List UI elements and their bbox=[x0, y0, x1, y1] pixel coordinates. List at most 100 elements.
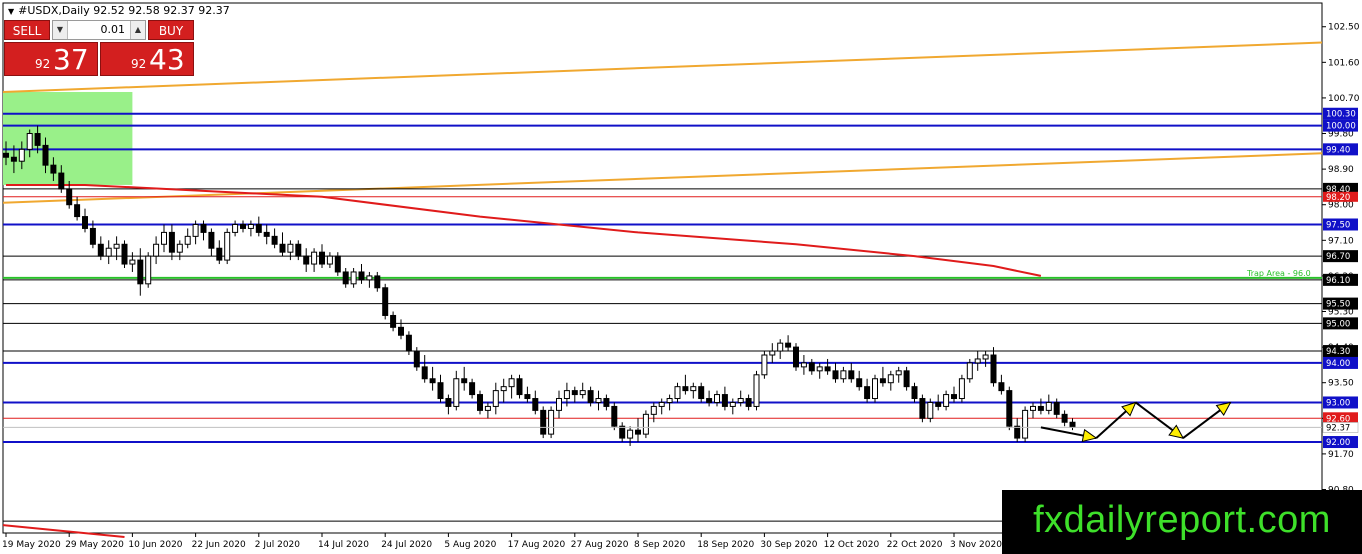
candle bbox=[26, 133, 33, 150]
sell-button[interactable]: SELL bbox=[4, 20, 50, 40]
lot-size-stepper[interactable]: ▼ 0.01 ▲ bbox=[52, 20, 146, 40]
candle bbox=[295, 243, 302, 257]
current-price-label: 92.37 bbox=[1326, 423, 1350, 433]
y-tick-label: 91.70 bbox=[1328, 450, 1354, 460]
candle bbox=[74, 204, 81, 218]
candle bbox=[927, 401, 934, 419]
candle bbox=[895, 370, 902, 376]
candle bbox=[666, 398, 673, 403]
x-tick-label: 29 May 2020 bbox=[65, 540, 124, 550]
lot-decrease-icon[interactable]: ▼ bbox=[53, 21, 68, 39]
candle bbox=[642, 413, 649, 435]
candle bbox=[872, 378, 878, 400]
candle bbox=[864, 386, 871, 400]
candle bbox=[429, 378, 436, 384]
candle bbox=[1022, 409, 1029, 439]
candle bbox=[721, 394, 728, 407]
price-chart[interactable]: Trap Area - 96.0102.50101.60100.7099.809… bbox=[0, 0, 1362, 554]
candle bbox=[405, 334, 412, 352]
candle bbox=[714, 394, 720, 403]
candle bbox=[832, 370, 839, 380]
candle bbox=[240, 223, 246, 229]
x-tick-label: 17 Aug 2020 bbox=[508, 540, 566, 550]
candle bbox=[856, 378, 863, 388]
candle bbox=[437, 382, 444, 400]
level-label: 96.70 bbox=[1326, 252, 1350, 262]
candle bbox=[516, 378, 523, 396]
candle bbox=[263, 231, 270, 237]
candle bbox=[879, 378, 886, 384]
collapse-triangle-icon[interactable]: ▼ bbox=[8, 7, 14, 16]
x-tick-label: 3 Nov 2020 bbox=[950, 540, 1002, 550]
plot-area bbox=[2, 2, 1323, 534]
candle bbox=[548, 409, 555, 435]
sell-price-big: 37 bbox=[53, 43, 89, 76]
candle bbox=[224, 231, 231, 261]
candle bbox=[753, 374, 760, 407]
candle bbox=[682, 386, 689, 392]
candle bbox=[161, 231, 167, 245]
level-label: 100.00 bbox=[1326, 122, 1356, 132]
buy-button[interactable]: BUY bbox=[148, 20, 194, 40]
candle bbox=[350, 271, 357, 285]
candle bbox=[3, 152, 9, 158]
candle bbox=[105, 247, 112, 257]
candle bbox=[66, 188, 73, 206]
x-tick-label: 14 Jul 2020 bbox=[318, 540, 369, 550]
candle bbox=[390, 314, 397, 328]
level-label: 94.30 bbox=[1326, 347, 1350, 357]
candle bbox=[650, 405, 657, 415]
buy-price-small: 92 bbox=[131, 57, 147, 71]
candle bbox=[1014, 425, 1021, 439]
candle bbox=[129, 259, 136, 265]
candle bbox=[998, 382, 1005, 392]
candle bbox=[903, 370, 910, 388]
candle bbox=[706, 398, 713, 403]
x-tick-label: 18 Sep 2020 bbox=[697, 540, 754, 550]
candle bbox=[453, 378, 460, 407]
candle bbox=[500, 386, 507, 392]
candle bbox=[279, 243, 286, 253]
candle bbox=[966, 362, 973, 380]
candle bbox=[208, 231, 215, 249]
x-tick-label: 22 Jun 2020 bbox=[192, 540, 246, 550]
candle bbox=[137, 259, 144, 285]
x-tick-label: 10 Jun 2020 bbox=[128, 540, 182, 550]
buy-price-big: 43 bbox=[149, 43, 185, 76]
candle bbox=[445, 398, 452, 407]
candle bbox=[887, 374, 894, 384]
candle bbox=[571, 390, 578, 396]
candle bbox=[1045, 401, 1052, 411]
candle bbox=[326, 255, 333, 265]
candle bbox=[34, 133, 41, 146]
lot-size-value[interactable]: 0.01 bbox=[101, 23, 126, 36]
candle bbox=[1006, 390, 1013, 427]
buy-price-box[interactable]: 92 43 bbox=[100, 42, 194, 76]
candle bbox=[168, 231, 175, 253]
candle bbox=[366, 275, 373, 281]
x-tick-label: 24 Jul 2020 bbox=[381, 540, 432, 550]
trap-area-label: Trap Area - 96.0 bbox=[1246, 269, 1311, 278]
sell-price-box[interactable]: 92 37 bbox=[4, 42, 98, 76]
candle bbox=[153, 243, 160, 257]
level-label: 94.00 bbox=[1326, 359, 1350, 369]
candle bbox=[737, 398, 744, 403]
candle bbox=[563, 390, 570, 400]
candle bbox=[816, 366, 823, 372]
candle bbox=[508, 378, 515, 388]
x-tick-label: 8 Sep 2020 bbox=[634, 540, 686, 550]
x-tick-label: 5 Aug 2020 bbox=[444, 540, 496, 550]
candle bbox=[477, 394, 483, 411]
candle bbox=[1061, 413, 1068, 423]
candle bbox=[271, 235, 278, 245]
level-label: 93.00 bbox=[1326, 398, 1350, 408]
lot-increase-icon[interactable]: ▲ bbox=[130, 21, 145, 39]
candle bbox=[1037, 405, 1044, 411]
candle bbox=[97, 243, 104, 257]
candle bbox=[176, 243, 183, 253]
candle bbox=[793, 346, 799, 368]
candle bbox=[484, 405, 491, 411]
candle bbox=[358, 271, 365, 281]
y-tick-label: 98.90 bbox=[1328, 165, 1354, 175]
candle bbox=[587, 390, 594, 403]
